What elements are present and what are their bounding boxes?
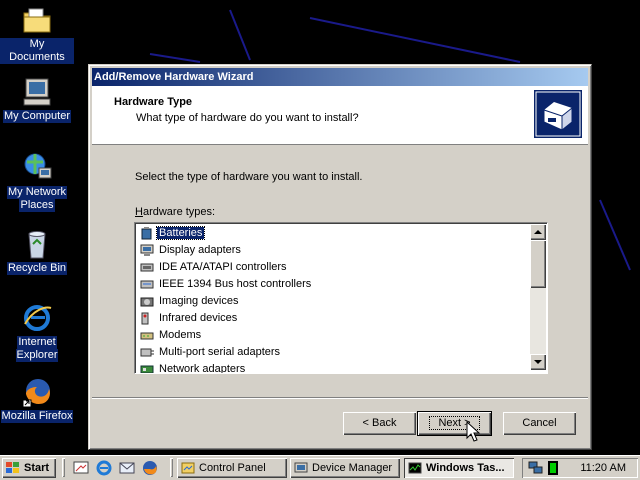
scroll-thumb[interactable] xyxy=(530,240,546,288)
device-manager-icon xyxy=(294,462,308,473)
back-button[interactable]: < Back xyxy=(343,412,416,435)
wizard-header: Hardware Type What type of hardware do y… xyxy=(92,86,588,145)
up-arrow-icon xyxy=(534,230,542,234)
firewire-icon xyxy=(140,280,154,289)
serial-adapter-icon xyxy=(140,348,154,357)
desktop-icon-my-network-places[interactable]: My Network Places xyxy=(0,152,74,212)
taskbar-grip xyxy=(62,458,65,477)
desktop-icon-my-documents[interactable]: My Documents xyxy=(0,4,74,64)
taskbar: Start Control Panel Device Manager Windo… xyxy=(0,455,640,480)
computer-icon xyxy=(21,76,53,108)
cancel-button[interactable]: Cancel xyxy=(503,412,576,435)
camera-icon xyxy=(140,297,154,307)
windows-flag-icon xyxy=(6,462,19,473)
clock[interactable]: 11:20 AM xyxy=(580,458,626,478)
infrared-icon xyxy=(141,312,149,325)
desktop-icon-internet-explorer[interactable]: Internet Explorer xyxy=(0,302,74,362)
desktop-icon[interactable] xyxy=(72,459,90,477)
desktop-icon-label: My Network xyxy=(6,186,68,199)
hardware-type-item[interactable]: Infrared devices xyxy=(137,310,529,327)
hardware-type-label: Batteries xyxy=(155,226,206,240)
hardware-type-item[interactable]: Batteries xyxy=(137,225,529,242)
start-button[interactable]: Start xyxy=(2,458,56,478)
hardware-type-item[interactable]: Network adapters xyxy=(137,361,529,374)
desktop-icon-label: Mozilla Firefox xyxy=(0,410,74,423)
hardware-type-label: Network adapters xyxy=(159,363,246,374)
desktop-icon-label: My Computer xyxy=(2,110,72,123)
folder-icon xyxy=(21,4,53,36)
desktop-icon-label: Explorer xyxy=(15,349,59,362)
taskbar-grip xyxy=(170,458,173,477)
wizard-header-title: Hardware Type xyxy=(114,96,193,108)
system-tray: 11:20 AM xyxy=(522,458,638,478)
hardware-type-label: Imaging devices xyxy=(159,295,239,307)
network-adapter-icon xyxy=(140,365,154,373)
recycle-bin-icon xyxy=(21,228,53,260)
hardware-type-item[interactable]: IEEE 1394 Bus host controllers xyxy=(137,276,529,293)
ide-controller-icon xyxy=(140,263,154,272)
hardware-types-label: Hardware types: xyxy=(135,206,216,218)
desktop-icon-my-computer[interactable]: My Computer xyxy=(0,76,74,123)
firefox-icon xyxy=(21,376,53,408)
battery-icon xyxy=(141,227,152,240)
network-icon xyxy=(21,152,53,184)
hardware-type-item[interactable]: Multi-port serial adapters xyxy=(137,344,529,361)
hardware-wizard-icon xyxy=(534,90,582,138)
modem-icon xyxy=(140,332,154,340)
desktop-icon-label: Recycle Bin xyxy=(6,262,68,275)
scroll-down-button[interactable] xyxy=(530,354,546,370)
desktop-icon-label: Places xyxy=(19,199,55,212)
task-manager-icon xyxy=(408,462,422,474)
wizard-header-subtitle: What type of hardware do you want to ins… xyxy=(136,112,359,124)
hardware-type-label: Display adapters xyxy=(159,244,241,256)
hardware-types-listbox[interactable]: Batteries Display adapters IDE ATA/ATAPI c… xyxy=(134,222,548,374)
network-connection-icon[interactable] xyxy=(528,461,544,475)
task-windows-task-manager[interactable]: Windows Tas... xyxy=(404,458,514,478)
mouse-cursor-icon xyxy=(466,421,480,442)
internet-explorer-icon[interactable] xyxy=(95,459,113,477)
task-device-manager[interactable]: Device Manager xyxy=(290,458,400,478)
window-title: Add/Remove Hardware Wizard xyxy=(94,71,254,83)
control-panel-icon xyxy=(181,462,195,474)
hardware-type-item[interactable]: Display adapters xyxy=(137,242,529,259)
window-title-bar[interactable]: Add/Remove Hardware Wizard xyxy=(92,68,588,86)
outlook-icon[interactable] xyxy=(118,459,136,477)
hardware-type-item[interactable]: Modems xyxy=(137,327,529,344)
desktop-icon-label: Internet xyxy=(17,336,57,349)
hardware-type-label: Multi-port serial adapters xyxy=(159,346,281,358)
task-control-panel[interactable]: Control Panel xyxy=(177,458,287,478)
internet-explorer-icon xyxy=(21,302,53,334)
next-button[interactable]: Next > xyxy=(417,411,492,436)
scroll-up-button[interactable] xyxy=(530,224,546,240)
wizard-prompt: Select the type of hardware you want to … xyxy=(135,171,363,183)
hardware-type-label: Infrared devices xyxy=(159,312,238,324)
hardware-type-label: IEEE 1394 Bus host controllers xyxy=(159,278,312,290)
button-separator xyxy=(92,397,588,399)
add-remove-hardware-wizard-window: Add/Remove Hardware Wizard Hardware Type… xyxy=(88,64,592,450)
hardware-type-item[interactable]: Imaging devices xyxy=(137,293,529,310)
cpu-usage-icon[interactable] xyxy=(548,461,558,475)
desktop-icon-label: My Documents xyxy=(0,38,74,64)
hardware-type-item[interactable]: IDE ATA/ATAPI controllers xyxy=(137,259,529,276)
desktop-icon-mozilla-firefox[interactable]: Mozilla Firefox xyxy=(0,376,74,423)
down-arrow-icon xyxy=(534,360,542,364)
hardware-types-list: Batteries Display adapters IDE ATA/ATAPI c… xyxy=(137,225,529,374)
hardware-type-label: Modems xyxy=(159,329,202,341)
vertical-scrollbar[interactable] xyxy=(530,224,546,370)
monitor-icon xyxy=(140,244,154,256)
hardware-type-label: IDE ATA/ATAPI controllers xyxy=(159,261,287,273)
firefox-icon[interactable] xyxy=(141,459,159,477)
desktop-icon-recycle-bin[interactable]: Recycle Bin xyxy=(0,228,74,275)
